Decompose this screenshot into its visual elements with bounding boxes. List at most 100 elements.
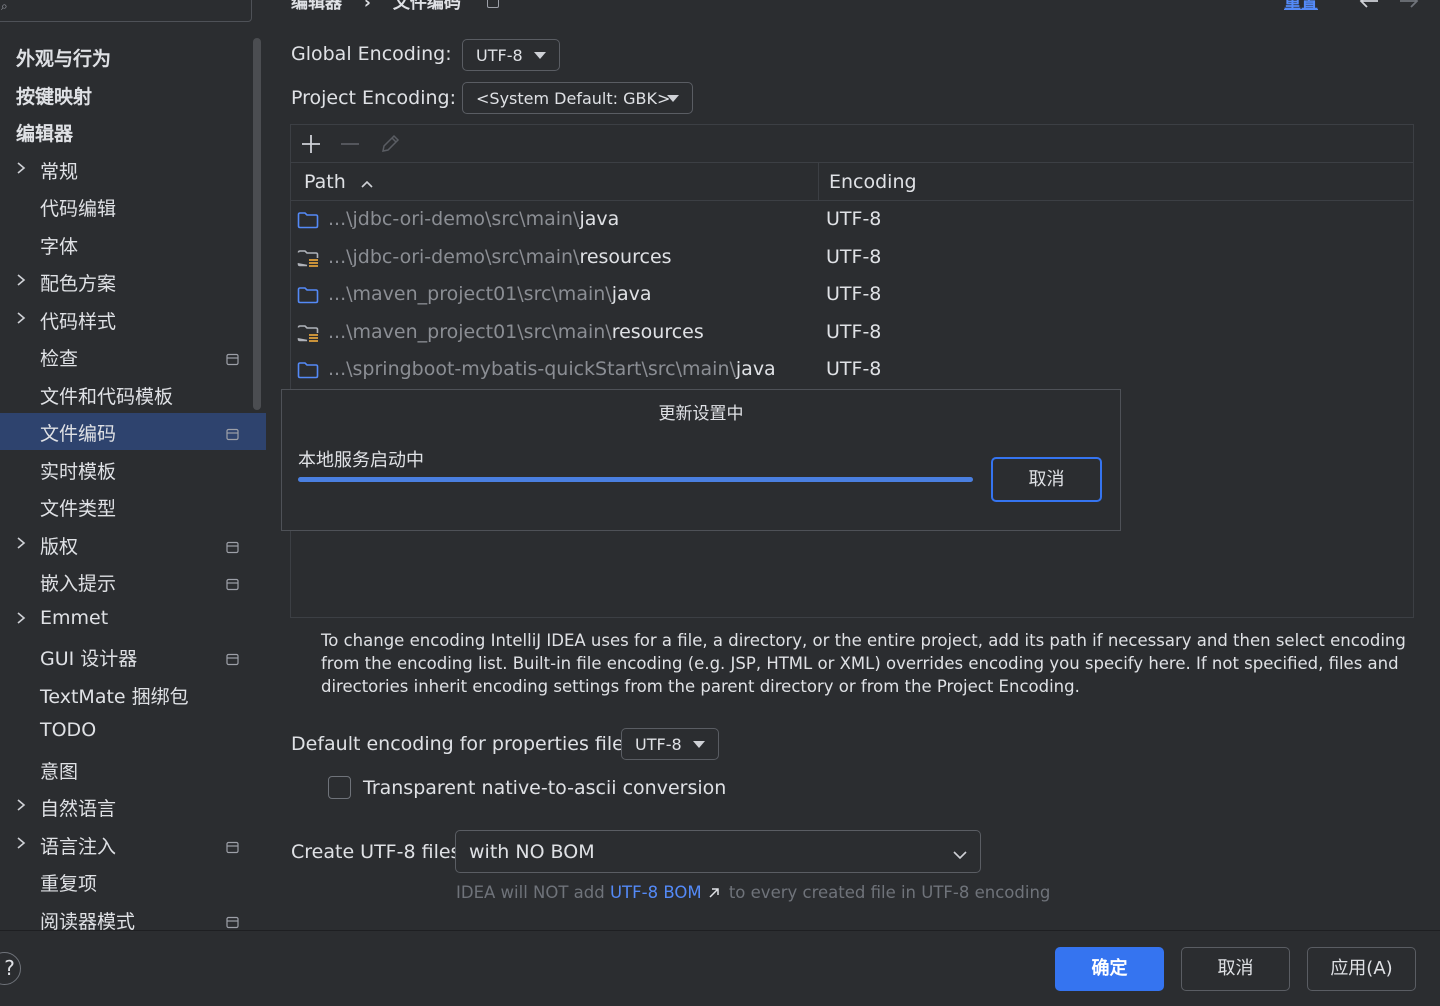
table-row[interactable]: ...\maven_project01\src\main\resources UT… bbox=[291, 314, 1413, 352]
reset-link[interactable]: 重置 bbox=[1284, 0, 1318, 13]
table-row[interactable]: ...\jdbc-ori-demo\src\main\java UTF-8 bbox=[291, 201, 1413, 239]
sidebar-item[interactable]: 意图 bbox=[0, 751, 266, 788]
sidebar-item[interactable]: Emmet bbox=[0, 601, 266, 638]
progress-cancel-button[interactable]: 取消 bbox=[991, 457, 1102, 502]
project-scope-icon bbox=[486, 0, 499, 8]
sidebar-item[interactable]: GUI 设计器 bbox=[0, 638, 266, 675]
table-toolbar bbox=[291, 125, 1413, 163]
sidebar-item[interactable]: 文件类型 bbox=[0, 488, 266, 525]
properties-encoding-select[interactable]: UTF-8 bbox=[621, 728, 719, 760]
forward-arrow-icon[interactable] bbox=[1398, 0, 1420, 10]
sidebar-item[interactable]: 检查 bbox=[0, 338, 266, 375]
edit-pencil-icon[interactable] bbox=[380, 134, 400, 159]
sidebar-scrollbar[interactable] bbox=[253, 38, 261, 410]
sidebar-item[interactable]: 代码编辑 bbox=[0, 188, 266, 225]
sidebar-item[interactable]: TextMate 捆绑包 bbox=[0, 676, 266, 713]
native-to-ascii-label[interactable]: Transparent native-to-ascii conversion bbox=[363, 777, 726, 799]
column-header-encoding[interactable]: Encoding bbox=[829, 171, 917, 193]
sidebar-item[interactable]: 重复项 bbox=[0, 863, 266, 900]
bom-hint-before: IDEA will NOT add bbox=[456, 883, 610, 902]
progress-status-text: 本地服务启动中 bbox=[298, 450, 424, 471]
ok-button[interactable]: 确定 bbox=[1055, 947, 1164, 991]
sidebar-item-label: 文件和代码模板 bbox=[40, 385, 174, 408]
row-path: ...\jdbc-ori-demo\src\main\java bbox=[328, 208, 619, 230]
project-encoding-select[interactable]: <System Default: GBK> bbox=[462, 82, 693, 114]
sidebar-item[interactable]: 配色方案 bbox=[0, 263, 266, 300]
sidebar-item[interactable]: 代码样式 bbox=[0, 301, 266, 338]
native-to-ascii-checkbox[interactable] bbox=[328, 776, 351, 799]
sidebar-item[interactable]: 实时模板 bbox=[0, 451, 266, 488]
row-encoding[interactable]: UTF-8 bbox=[826, 246, 881, 268]
sidebar-item-label: TextMate 捆绑包 bbox=[40, 685, 189, 708]
row-encoding[interactable]: UTF-8 bbox=[826, 321, 881, 343]
chevron-right-icon[interactable] bbox=[14, 534, 28, 552]
row-path-tail: java bbox=[735, 358, 776, 380]
progress-bar bbox=[298, 477, 973, 482]
sidebar-item[interactable]: 外观与行为 bbox=[0, 38, 266, 75]
sidebar-item[interactable]: 文件和代码模板 bbox=[0, 376, 266, 413]
sidebar-item-label: 实时模板 bbox=[40, 460, 117, 483]
row-path-prefix: ...\springboot-mybatis-quickStart\src\ma… bbox=[328, 358, 736, 380]
source-folder-icon bbox=[297, 285, 319, 305]
sidebar-item[interactable]: 常规 bbox=[0, 151, 266, 188]
global-encoding-select[interactable]: UTF-8 bbox=[462, 39, 560, 71]
column-divider[interactable] bbox=[818, 163, 819, 201]
properties-encoding-label: Default encoding for properties files: bbox=[291, 733, 641, 755]
back-arrow-icon[interactable] bbox=[1358, 0, 1380, 10]
sidebar-item-label: 嵌入提示 bbox=[40, 573, 117, 595]
sidebar-item[interactable]: 按键映射 bbox=[0, 76, 266, 113]
row-path: ...\jdbc-ori-demo\src\main\resources bbox=[328, 246, 672, 268]
row-encoding[interactable]: UTF-8 bbox=[826, 283, 881, 305]
progress-bar-fill bbox=[298, 477, 973, 482]
breadcrumb-item-editor[interactable]: 编辑器 bbox=[291, 0, 342, 13]
chevron-right-icon[interactable] bbox=[14, 796, 28, 814]
chevron-right-icon[interactable] bbox=[14, 609, 28, 627]
sidebar-item-label: 外观与行为 bbox=[16, 48, 112, 70]
resources-folder-icon bbox=[297, 323, 319, 343]
sidebar-item[interactable]: 文件编码 bbox=[0, 413, 266, 450]
sidebar-item[interactable]: 版权 bbox=[0, 526, 266, 563]
table-row[interactable]: ...\springboot-mybatis-quickStart\src\ma… bbox=[291, 351, 1413, 389]
column-header-path[interactable]: Path bbox=[304, 171, 374, 194]
cancel-button[interactable]: 取消 bbox=[1181, 947, 1290, 991]
settings-search-input[interactable]: ⌕ bbox=[0, 0, 252, 22]
remove-icon[interactable] bbox=[340, 134, 360, 159]
sidebar-item-label: 常规 bbox=[40, 160, 79, 183]
bom-hint-after: to every created file in UTF-8 encoding bbox=[723, 883, 1051, 902]
chevron-right-icon[interactable] bbox=[14, 159, 28, 177]
table-row[interactable]: ...\jdbc-ori-demo\src\main\resources UTF-… bbox=[291, 239, 1413, 277]
sidebar-item[interactable]: TODO bbox=[0, 713, 266, 750]
chevron-right-icon[interactable] bbox=[14, 271, 28, 289]
project-scope-icon bbox=[226, 424, 239, 441]
sidebar-item[interactable]: 语言注入 bbox=[0, 826, 266, 863]
sidebar-item-label: 自然语言 bbox=[40, 798, 117, 820]
sidebar-item-label: 字体 bbox=[40, 235, 79, 258]
table-header: Path Encoding bbox=[291, 163, 1413, 201]
path-encoding-table: Path Encoding ...\jdbc-ori-demo\src\main… bbox=[290, 124, 1414, 618]
row-encoding[interactable]: UTF-8 bbox=[826, 358, 881, 380]
create-utf8-select[interactable]: with NO BOM bbox=[455, 830, 981, 873]
encoding-description: To change encoding IntelliJ IDEA uses fo… bbox=[321, 631, 1406, 696]
row-path-prefix: ...\jdbc-ori-demo\src\main\ bbox=[328, 245, 580, 268]
project-encoding-label: Project Encoding: bbox=[291, 87, 457, 109]
breadcrumb-item-file-encodings: 文件编码 bbox=[392, 0, 461, 13]
row-path: ...\maven_project01\src\main\java bbox=[328, 283, 652, 305]
apply-button[interactable]: 应用(A) bbox=[1307, 947, 1416, 991]
create-utf8-label: Create UTF-8 files: bbox=[291, 841, 467, 863]
sidebar-item[interactable]: 字体 bbox=[0, 226, 266, 263]
sidebar-item[interactable]: 自然语言 bbox=[0, 788, 266, 825]
sidebar-item[interactable]: 编辑器 bbox=[0, 113, 266, 150]
sidebar-item-label: 文件类型 bbox=[40, 498, 117, 520]
add-icon[interactable] bbox=[301, 134, 321, 159]
row-encoding[interactable]: UTF-8 bbox=[826, 208, 881, 230]
sidebar-item-label: 检查 bbox=[40, 348, 79, 370]
breadcrumb: 编辑器 › 文件编码 bbox=[291, 0, 515, 13]
chevron-right-icon[interactable] bbox=[14, 834, 28, 852]
global-encoding-label: Global Encoding: bbox=[291, 43, 452, 65]
utf8-bom-link[interactable]: UTF-8 BOM bbox=[610, 883, 702, 902]
sidebar-item-label: 文件编码 bbox=[40, 423, 117, 445]
resources-folder-icon bbox=[297, 248, 319, 268]
sidebar-item[interactable]: 嵌入提示 bbox=[0, 563, 266, 600]
chevron-right-icon[interactable] bbox=[14, 309, 28, 327]
table-row[interactable]: ...\maven_project01\src\main\java UTF-8 bbox=[291, 276, 1413, 314]
